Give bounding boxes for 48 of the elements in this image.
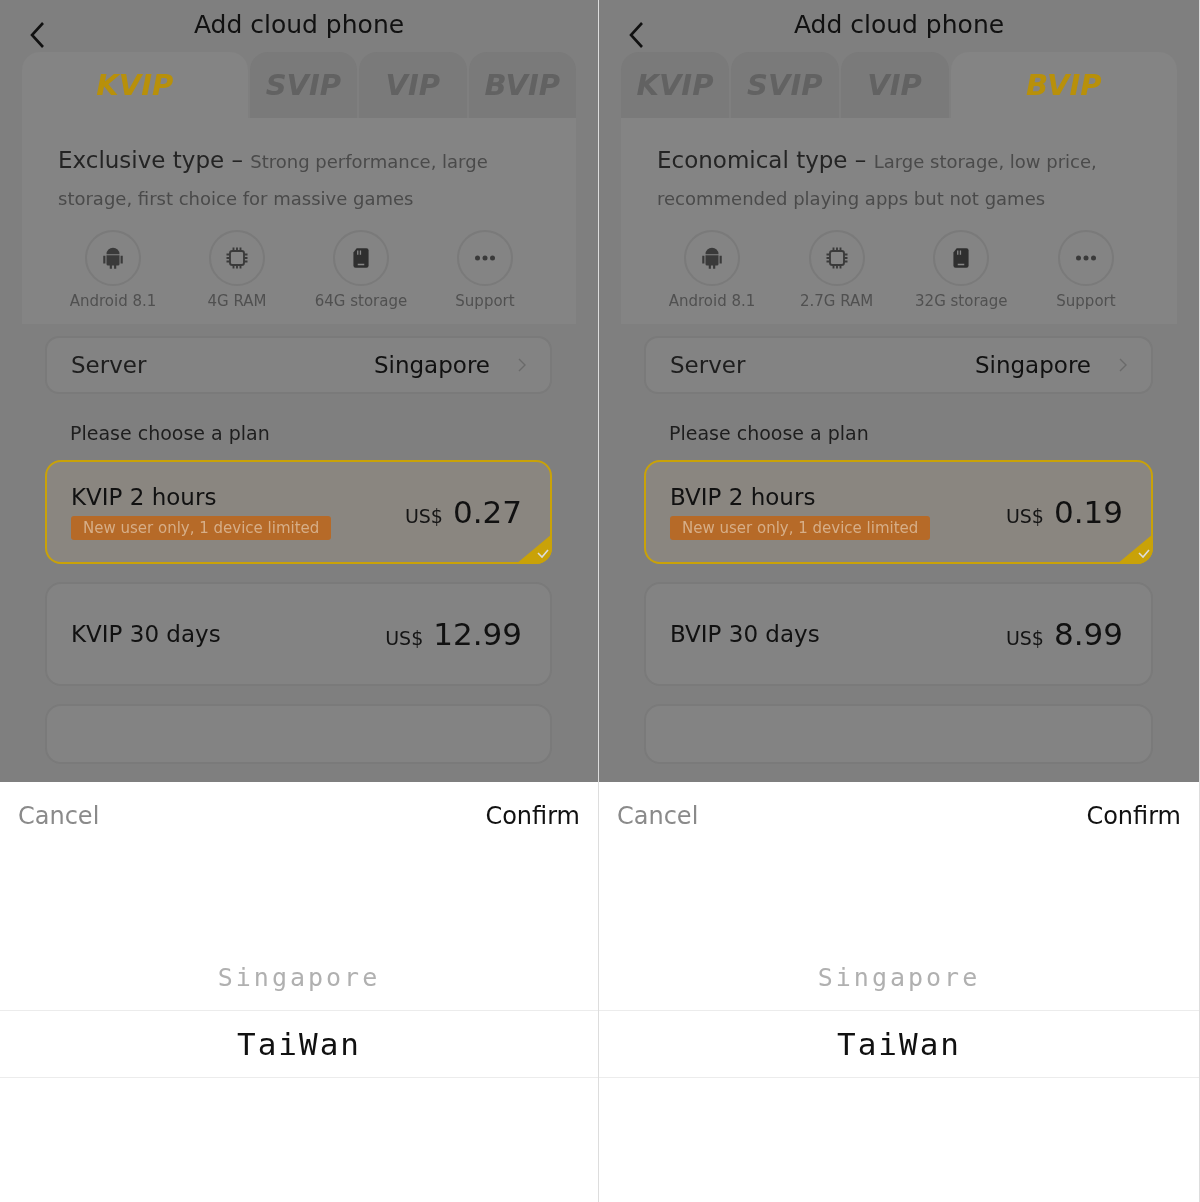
sd-card-icon xyxy=(333,229,389,286)
back-icon[interactable] xyxy=(629,21,645,49)
picker-option[interactable]: TaiWan xyxy=(0,1010,598,1078)
plan-card[interactable]: BVIP 2 hours New user only, 1 device limited US$ 0.19 xyxy=(644,460,1153,564)
sd-card-icon xyxy=(933,229,990,286)
offer-tag: New user only, 1 device limited xyxy=(71,516,332,540)
back-icon[interactable] xyxy=(30,21,46,49)
price-amount: 8.99 xyxy=(1053,616,1123,652)
plan-card[interactable]: BVIP 30 days US$ 8.99 xyxy=(644,582,1153,686)
cancel-button[interactable]: Cancel xyxy=(615,800,701,832)
currency-label: US$ xyxy=(385,627,424,649)
plan-name: BVIP 30 days xyxy=(670,621,820,647)
chevron-icon xyxy=(518,357,526,372)
more-icon xyxy=(1057,229,1114,286)
type-description: Economical type – Large storage, low price, recommended playing apps but not games xyxy=(657,145,1098,211)
more-icon xyxy=(457,229,513,286)
cancel-button[interactable]: Cancel xyxy=(16,800,102,832)
confirm-button[interactable]: Confirm xyxy=(483,800,582,832)
plan-name: KVIP 30 days xyxy=(71,621,221,647)
plan-name: KVIP 2 hours xyxy=(71,484,217,510)
android-icon xyxy=(85,229,141,286)
type-description: Exclusive type – Strong performance, large storage, first choice for massive games xyxy=(58,145,489,211)
offer-tag: New user only, 1 device limited xyxy=(670,516,931,540)
plan-name: BVIP 2 hours xyxy=(670,484,816,510)
currency-label: US$ xyxy=(1005,627,1044,649)
picker-option[interactable]: TaiWan xyxy=(599,1010,1199,1078)
plan-card[interactable]: KVIP 2 hours New user only, 1 device limited US$ 0.27 xyxy=(45,460,552,564)
currency-label: US$ xyxy=(1005,505,1044,527)
chip-icon xyxy=(209,229,265,286)
plan-prompt: Please choose a plan xyxy=(669,422,870,444)
price-amount: 0.19 xyxy=(1053,494,1123,530)
picker-option[interactable]: Singapore xyxy=(0,944,598,1010)
server-row[interactable]: Server Singapore xyxy=(644,335,1153,394)
confirm-button[interactable]: Confirm xyxy=(1084,800,1183,832)
server-row[interactable]: Server Singapore xyxy=(45,335,552,394)
price-amount: 0.27 xyxy=(452,494,522,530)
picker-option[interactable]: Singapore xyxy=(599,944,1199,1010)
selected-check-icon xyxy=(516,534,552,564)
currency-label: US$ xyxy=(404,505,443,527)
screen-title: Add cloud phone xyxy=(193,10,405,40)
chevron-icon xyxy=(1119,357,1127,372)
plan-card[interactable]: KVIP 30 days US$ 12.99 xyxy=(45,582,552,686)
chip-icon xyxy=(808,229,865,286)
selected-check-icon xyxy=(1117,534,1153,564)
plan-prompt: Please choose a plan xyxy=(70,422,271,444)
screen-title: Add cloud phone xyxy=(793,10,1005,40)
price-amount: 12.99 xyxy=(433,616,522,652)
android-icon xyxy=(684,229,740,286)
